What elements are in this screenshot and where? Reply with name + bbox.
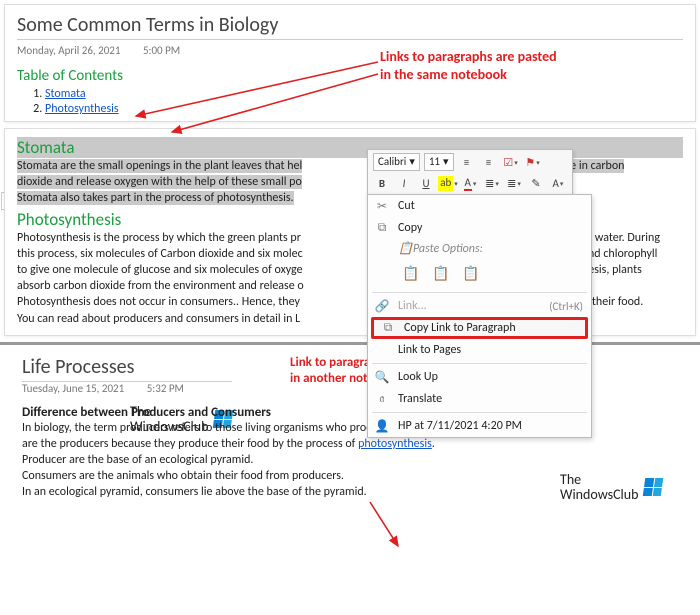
paste-merge-formatting-button[interactable]: 📋	[428, 260, 454, 286]
toc-item-photosynthesis: Photosynthesis	[45, 102, 683, 116]
format-painter-button[interactable]: ✎	[527, 174, 545, 192]
bold-button[interactable]: B	[373, 174, 391, 192]
menu-separator	[372, 412, 587, 413]
search-icon: 🔍	[374, 370, 390, 385]
windows-flag-icon	[643, 478, 664, 496]
paste-options-label: 📋Paste Options:	[368, 239, 591, 258]
todo-tag-button[interactable]: ☑▾	[502, 153, 520, 171]
toc-list: Stomata Photosynthesis	[45, 87, 683, 116]
page-meta: Monday, April 26, 2021 5:00 PM	[17, 44, 683, 57]
page-time: 5:00 PM	[143, 44, 180, 57]
page-time-2: 5:32 PM	[147, 382, 184, 395]
paste-options-row: 📋 📋 📋	[368, 258, 591, 290]
font-color-button[interactable]: A▾	[461, 174, 479, 192]
menu-separator	[372, 363, 587, 364]
paste-icon: 📋	[398, 242, 413, 256]
content-container: Stomata Stomata are the small openings i…	[4, 128, 696, 336]
indent-button[interactable]: ≡	[480, 153, 498, 171]
toc-heading: Table of Contents	[17, 67, 683, 85]
person-icon: 👤	[374, 419, 390, 434]
menu-link: 🔗Link...(Ctrl+K)	[368, 295, 591, 317]
toc-item-stomata: Stomata	[45, 87, 683, 101]
menu-translate[interactable]: 𝔞Translate	[368, 388, 591, 410]
menu-copy-link-to-paragraph[interactable]: ⧉Copy Link to Paragraph	[371, 317, 588, 339]
menu-copy[interactable]: ⧉Copy	[368, 217, 591, 239]
menu-look-up[interactable]: 🔍Look Up	[368, 366, 591, 388]
page-date-2: Tuesday, June 15, 2021	[22, 382, 124, 395]
page-title[interactable]: Some Common Terms in Biology	[17, 13, 683, 40]
font-size-select[interactable]: 11▾	[424, 153, 454, 171]
page-biology: Some Common Terms in Biology Monday, Apr…	[4, 4, 696, 122]
link-icon: 🔗	[374, 299, 390, 314]
translate-icon: 𝔞	[374, 392, 390, 406]
copy-icon: ⧉	[374, 221, 390, 235]
link-photosynthesis-cross[interactable]: photosynthesis	[358, 437, 432, 451]
annotation-top: Links to paragraphs are pasted in the sa…	[380, 48, 557, 83]
italic-button[interactable]: I	[395, 174, 413, 192]
flag-button[interactable]: ⚑▾	[524, 153, 542, 171]
paste-text-only-button[interactable]: 📋	[458, 260, 484, 286]
logo-windowsclub-bottom: The WindowsClub	[560, 472, 662, 503]
menu-cut[interactable]: ✂Cut	[368, 195, 591, 217]
menu-author-stamp[interactable]: 👤HP at 7/11/2021 4:20 PM	[368, 415, 591, 437]
numbering-button[interactable]: ≣▾	[505, 174, 523, 192]
link-stomata[interactable]: Stomata	[45, 87, 86, 101]
context-menu: ✂Cut ⧉Copy 📋Paste Options: 📋 📋 📋 🔗Link..…	[367, 194, 592, 438]
link-photosynthesis[interactable]: Photosynthesis	[45, 102, 119, 116]
mini-toolbar: Calibri▾ 11▾ ≡ ≡ ☑▾ ⚑▾ B I U ab▾ A▾ ≣▾ ≣…	[367, 149, 573, 196]
paste-keep-formatting-button[interactable]: 📋	[398, 260, 424, 286]
scissors-icon: ✂	[374, 199, 390, 214]
page-date: Monday, April 26, 2021	[17, 44, 120, 57]
highlight-button[interactable]: ab▾	[439, 174, 457, 192]
bullets-button[interactable]: ≣▾	[483, 174, 501, 192]
menu-separator	[372, 292, 587, 293]
copy-link-icon: ⧉	[380, 321, 396, 335]
page-title-2[interactable]: Life Processes	[22, 355, 232, 382]
styles-button[interactable]: A▾	[549, 174, 567, 192]
underline-button[interactable]: U	[417, 174, 435, 192]
outdent-button[interactable]: ≡	[458, 153, 476, 171]
menu-link-to-pages[interactable]: Link to Pages	[368, 339, 591, 361]
font-family-select[interactable]: Calibri▾	[373, 153, 420, 171]
heading-stomata[interactable]: Stomata	[17, 137, 683, 158]
